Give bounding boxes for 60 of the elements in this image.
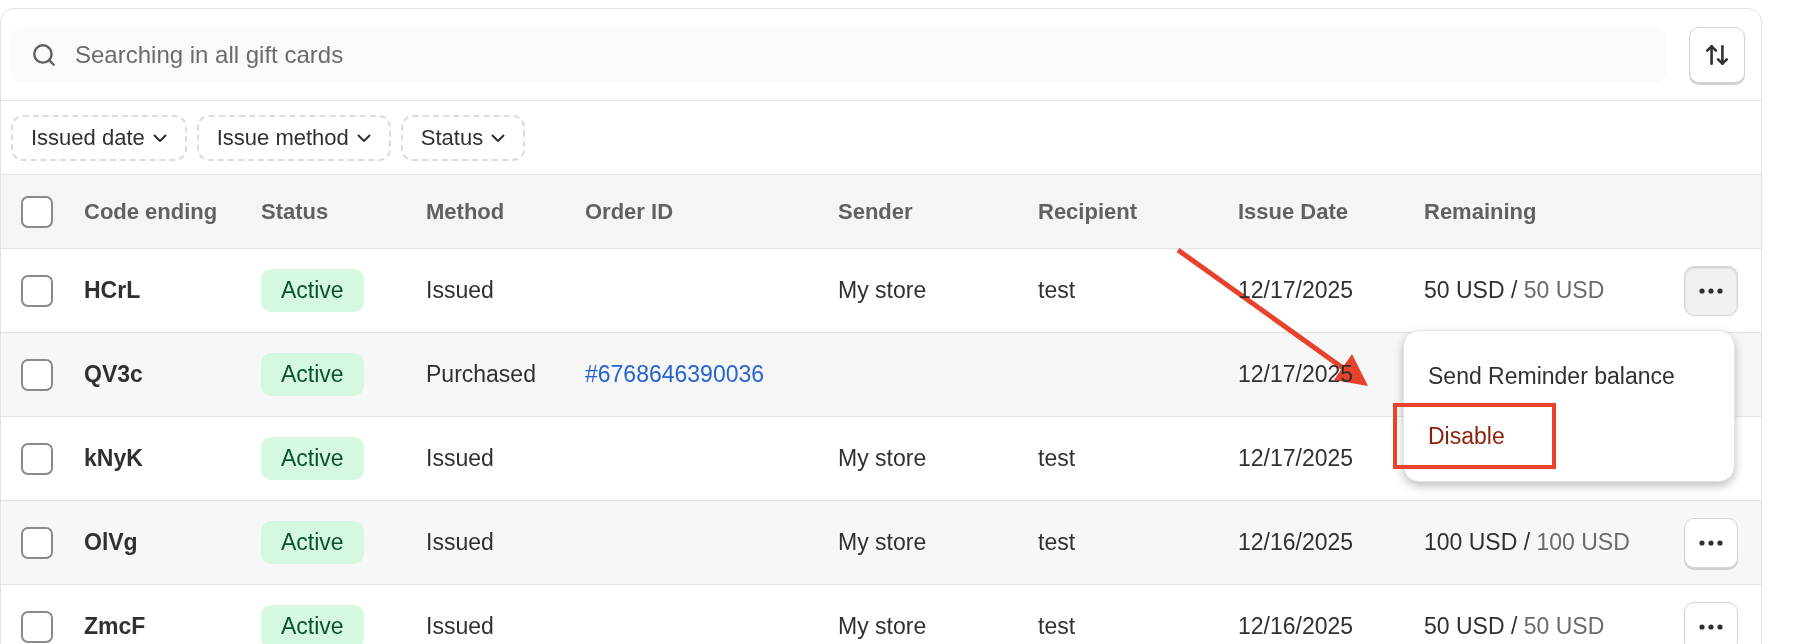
row-checkbox[interactable]	[21, 526, 53, 559]
date-cell: 12/17/2025	[1238, 445, 1354, 472]
recipient-cell: test	[1038, 613, 1076, 640]
more-icon	[1699, 623, 1723, 630]
status-badge: Active	[261, 353, 364, 396]
code-cell-text: QV3c	[84, 360, 144, 390]
column-header: Code ending	[84, 198, 219, 226]
column-header: Order ID	[585, 198, 675, 226]
status-badge: Active	[261, 437, 364, 480]
method-cell-text: Issued	[426, 276, 495, 306]
code-cell-text: HCrL	[84, 276, 142, 306]
row-checkbox[interactable]	[21, 610, 53, 643]
sender-cell: My store	[838, 613, 927, 640]
more-actions-button[interactable]	[1684, 601, 1738, 644]
column-header: Sender	[838, 198, 914, 226]
date-cell: 12/16/2025	[1238, 529, 1354, 556]
select-all-checkbox[interactable]	[21, 195, 53, 228]
order-link[interactable]: #6768646390036	[585, 361, 765, 388]
status-badge: Active	[261, 605, 364, 644]
row-checkbox[interactable]	[21, 358, 53, 391]
search-icon	[31, 41, 57, 68]
status-badge: Active	[261, 521, 364, 564]
table-row[interactable]: OlVg Active Issued My store test 12/16/2025 100 USD / 100 USD	[1, 501, 1761, 585]
recipient-cell: test	[1038, 277, 1076, 304]
remaining-cell: 50 USD / 50 USD	[1424, 613, 1605, 640]
column-header: Method	[426, 198, 506, 226]
chevron-down-icon	[152, 133, 167, 142]
status-badge: Active	[261, 269, 364, 312]
more-icon	[1699, 287, 1723, 294]
sender-cell: My store	[838, 529, 927, 556]
column-header: Remaining	[1424, 198, 1538, 226]
code-cell-text: OlVg	[84, 528, 139, 558]
search-field[interactable]: Searching in all gift cards	[11, 26, 1667, 83]
date-cell: 12/17/2025	[1238, 277, 1354, 304]
code-cell-text: ZmcF	[84, 612, 147, 642]
remaining-cell: 100 USD / 100 USD	[1424, 529, 1630, 556]
column-header: Issue Date	[1238, 198, 1350, 226]
column-header: Recipient	[1038, 198, 1139, 226]
row-checkbox[interactable]	[21, 442, 53, 475]
method-cell-text: Issued	[426, 528, 495, 558]
sender-cell: My store	[838, 445, 927, 472]
filter-chip[interactable]: Issued date	[11, 114, 187, 161]
chevron-down-icon	[491, 133, 506, 142]
method-cell-text: Issued	[426, 444, 495, 474]
filter-chip[interactable]: Status	[400, 114, 526, 161]
sort-button[interactable]	[1689, 26, 1745, 83]
code-cell-text: kNyK	[84, 444, 144, 474]
more-icon	[1699, 539, 1723, 546]
filter-chip[interactable]: Issue method	[196, 114, 391, 161]
menu-item[interactable]: Send Reminder balance	[1408, 348, 1730, 403]
row-checkbox[interactable]	[21, 274, 53, 307]
date-cell: 12/16/2025	[1238, 613, 1354, 640]
method-cell-text: Purchased	[426, 360, 537, 390]
recipient-cell: test	[1038, 445, 1076, 472]
column-header: Status	[261, 198, 330, 226]
sender-cell: My store	[838, 277, 927, 304]
remaining-cell: 50 USD / 50 USD	[1424, 277, 1605, 304]
chevron-down-icon	[356, 133, 371, 142]
recipient-cell: test	[1038, 529, 1076, 556]
method-cell-text: Issued	[426, 612, 495, 642]
